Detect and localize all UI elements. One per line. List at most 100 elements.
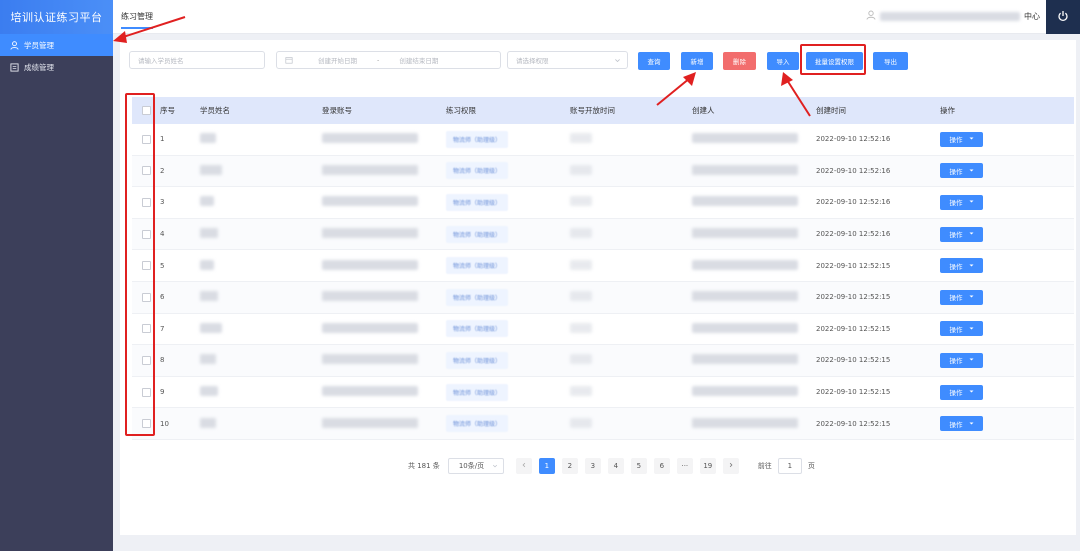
redacted-login-account (322, 259, 418, 270)
export-button[interactable]: 导出 (873, 52, 908, 70)
created-time: 2022-09-10 12:52:16 (816, 166, 891, 175)
row-checkbox[interactable] (141, 324, 151, 334)
row-action-dropdown[interactable]: 操作 (940, 384, 983, 400)
date-range-picker[interactable]: 创建开始日期 - 创建结束日期 (276, 51, 501, 69)
row-action-dropdown[interactable]: 操作 (940, 131, 983, 147)
sidebar-item-student-management[interactable]: 学员管理 (0, 34, 113, 56)
row-action-label: 操作 (949, 136, 963, 145)
add-button[interactable]: 新增 (681, 52, 713, 70)
row-checkbox[interactable] (141, 387, 151, 397)
column-header: 登录账号 (322, 106, 352, 115)
row-checkbox[interactable] (141, 229, 151, 239)
student-table: 序号 学员姓名 登录账号 练习权限 账号开放时间 创建人 创建时间 操作 1 物… (132, 97, 1074, 440)
caret-down-icon (969, 420, 974, 428)
redacted-open-time (570, 228, 592, 239)
row-action-dropdown[interactable]: 操作 (940, 194, 983, 210)
page-number-button[interactable]: 6 (653, 458, 670, 474)
table-body: 1 物流师（助理级） 2022-09-10 12:52:16 操作 2 物流师（… (132, 124, 1074, 440)
row-action-dropdown[interactable]: 操作 (940, 226, 983, 242)
caret-down-icon (969, 356, 974, 364)
page-number-button[interactable]: 3 (584, 458, 601, 474)
app-title: 培训认证练习平台 (0, 0, 113, 34)
page-ellipsis[interactable]: ··· (676, 458, 693, 474)
row-action-dropdown[interactable]: 操作 (940, 416, 983, 432)
row-checkbox[interactable] (141, 419, 151, 429)
column-header: 创建时间 (816, 106, 846, 115)
batch-permission-button[interactable]: 批量设置权限 (806, 52, 863, 70)
created-time: 2022-09-10 12:52:16 (816, 230, 891, 239)
query-button[interactable]: 查询 (638, 52, 670, 70)
row-index: 7 (160, 324, 165, 333)
goto-unit: 页 (807, 462, 815, 470)
row-checkbox[interactable] (141, 292, 151, 302)
row-action-dropdown[interactable]: 操作 (940, 352, 983, 368)
row-checkbox[interactable] (141, 261, 151, 271)
redacted-login-account (322, 228, 418, 239)
student-name-input[interactable]: 请输入学员姓名 (129, 51, 265, 69)
table-row: 8 物流师（助理级） 2022-09-10 12:52:15 操作 (132, 345, 1074, 377)
redacted-creator (692, 291, 798, 302)
redacted-creator (692, 164, 798, 175)
row-index: 1 (160, 135, 165, 144)
row-index: 4 (160, 230, 165, 239)
created-time: 2022-09-10 12:52:16 (816, 135, 891, 144)
redacted-user-name (880, 11, 1020, 21)
permission-tag: 物流师（助理级） (446, 257, 509, 275)
row-checkbox[interactable] (141, 355, 151, 365)
caret-down-icon (969, 135, 974, 143)
page-number-button[interactable]: 2 (561, 458, 578, 474)
select-all-checkbox[interactable] (141, 106, 151, 115)
goto-page-input[interactable]: 1 (777, 458, 802, 474)
created-time: 2022-09-10 12:52:15 (816, 419, 891, 428)
chevron-down-icon (614, 57, 621, 66)
row-action-label: 操作 (949, 389, 963, 398)
page-number-button[interactable]: 4 (607, 458, 624, 474)
start-date-input[interactable]: 创建开始日期 (318, 55, 357, 65)
row-action-dropdown[interactable]: 操作 (940, 321, 983, 337)
row-action-dropdown[interactable]: 操作 (940, 258, 983, 274)
page-list: 1 2 3 4 5 6 ··· 19 (538, 458, 723, 474)
pagination: 共 181 条 10条/页 1 2 3 4 5 6 ··· 19 前往 1 页 (408, 458, 815, 474)
permission-select[interactable]: 请选择权限 (507, 51, 628, 69)
column-header: 练习权限 (446, 106, 476, 115)
user-info[interactable]: 中心 (866, 10, 1040, 22)
caret-down-icon (969, 230, 974, 238)
delete-button[interactable]: 删除 (723, 52, 756, 70)
column-header: 序号 (160, 106, 175, 115)
logout-button[interactable] (1046, 0, 1080, 34)
row-index: 9 (160, 388, 165, 397)
redacted-login-account (322, 386, 418, 397)
row-action-dropdown[interactable]: 操作 (940, 163, 983, 179)
end-date-input[interactable]: 创建结束日期 (399, 55, 438, 65)
redacted-login-account (322, 322, 418, 333)
row-index: 8 (160, 356, 165, 365)
sidebar-item-label: 学员管理 (24, 40, 54, 50)
row-checkbox[interactable] (141, 197, 151, 207)
permission-tag: 物流师（助理级） (446, 288, 509, 306)
page-number-button[interactable]: 19 (699, 458, 716, 474)
page-number-button[interactable]: 5 (630, 458, 647, 474)
table-row: 5 物流师（助理级） 2022-09-10 12:52:15 操作 (132, 250, 1074, 282)
row-checkbox[interactable] (141, 166, 151, 176)
row-action-label: 操作 (949, 325, 963, 334)
redacted-open-time (570, 291, 592, 302)
next-page-button[interactable] (722, 458, 739, 474)
import-button[interactable]: 导入 (767, 52, 799, 70)
page-size-select[interactable]: 10条/页 (447, 458, 504, 474)
row-index: 5 (160, 261, 165, 270)
created-time: 2022-09-10 12:52:15 (816, 293, 891, 302)
row-action-dropdown[interactable]: 操作 (940, 289, 983, 305)
redacted-creator (692, 386, 798, 397)
redacted-login-account (322, 417, 418, 428)
tab-practice-management[interactable]: 练习管理 (121, 11, 153, 29)
created-time: 2022-09-10 12:52:15 (816, 388, 891, 397)
redacted-login-account (322, 196, 418, 207)
redacted-login-account (322, 354, 418, 365)
row-checkbox[interactable] (141, 134, 151, 144)
sidebar-item-score-management[interactable]: 成绩管理 (0, 56, 113, 78)
row-index: 6 (160, 293, 165, 302)
caret-down-icon (969, 262, 974, 270)
page-number-button[interactable]: 1 (538, 458, 555, 474)
redacted-student-name (200, 196, 214, 207)
prev-page-button[interactable] (515, 458, 532, 474)
